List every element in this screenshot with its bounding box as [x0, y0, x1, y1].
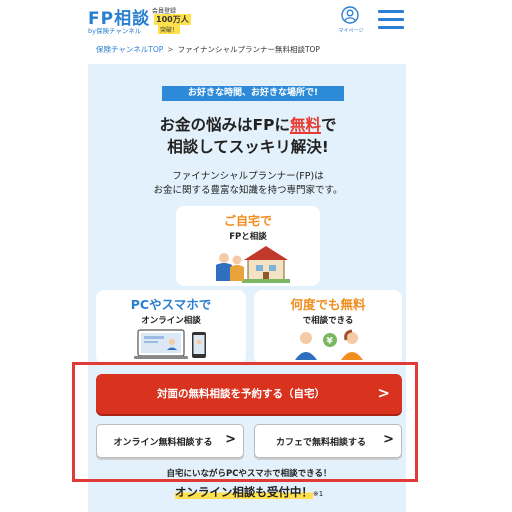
card-free-title: 何度でも無料 [290, 297, 366, 312]
badge-count: 100万人 [154, 14, 191, 25]
site-logo[interactable]: FP相談 by保険チャンネル 会員登録 100万人 突破！ [88, 4, 208, 38]
online-promo-headline: オンライン相談も受付中！※1 [96, 484, 402, 500]
card-online-title: PCやスマホで [130, 297, 212, 312]
online-promo-note: ※1 [312, 490, 324, 498]
menu-icon[interactable] [378, 10, 404, 30]
headline-part1: お金の悩みはFPに [159, 116, 290, 134]
user-icon [341, 6, 359, 24]
desc-line2: お金に関する豊富な知識を持つ専門家です。 [153, 185, 343, 196]
card-online-consult: PCやスマホで オンライン相談 [96, 290, 246, 364]
breadcrumb: 保険チャンネルTOP > ファイナンシャルプランナー無料相談TOP [96, 44, 320, 58]
breadcrumb-separator: > [167, 45, 174, 54]
house-illustration-icon [216, 246, 290, 283]
highlight-box [72, 362, 418, 482]
hero-description: ファイナンシャルプランナー(FP)は お金に関する豊富な知識を持つ専門家です。 [96, 170, 400, 198]
desc-line1: ファイナンシャルプランナー(FP)は [172, 171, 324, 182]
page: FP相談 by保険チャンネル 会員登録 100万人 突破！ マイページ 保険チャ… [0, 0, 512, 512]
card-free-consult: 何度でも無料 で相談できる ¥ [254, 290, 402, 364]
member-badge: 会員登録 100万人 突破！ [152, 6, 194, 34]
card-home-consult: ご自宅で FPと相談 [176, 206, 320, 286]
hero-headline: お金の悩みはFPに無料で 相談してスッキリ解決! [96, 114, 400, 158]
mypage-label: マイページ [338, 28, 364, 34]
online-promo-caption: 自宅にいながらPCやスマホで相談できる！ [166, 469, 332, 479]
headline-line2: 相談してスッキリ解決! [167, 138, 329, 156]
people-money-icon: ¥ [295, 329, 363, 360]
online-promo-text: オンライン相談も受付中！ [174, 485, 313, 499]
headline-part2: で [320, 116, 337, 134]
card-free-sub: で相談できる [302, 316, 354, 326]
card-online-sub: オンライン相談 [141, 316, 201, 326]
headline-accent: 無料 [289, 116, 321, 134]
breadcrumb-home-link[interactable]: 保険チャンネルTOP [96, 45, 163, 54]
laptop-phone-icon [134, 329, 206, 359]
card-home-sub: FPと相談 [229, 232, 267, 242]
svg-text:¥: ¥ [327, 337, 334, 347]
site-header: FP相談 by保険チャンネル 会員登録 100万人 突破！ マイページ [0, 0, 512, 40]
hero-tagline: お好きな時間、お好きな場所で! [162, 86, 344, 101]
logo-subtitle: by保険チャンネル [88, 27, 142, 35]
mypage-link[interactable]: マイページ [336, 6, 364, 36]
breadcrumb-current: ファイナンシャルプランナー無料相談TOP [177, 45, 320, 54]
card-home-title: ご自宅で [223, 214, 272, 228]
badge-suffix: 突破！ [158, 25, 181, 34]
